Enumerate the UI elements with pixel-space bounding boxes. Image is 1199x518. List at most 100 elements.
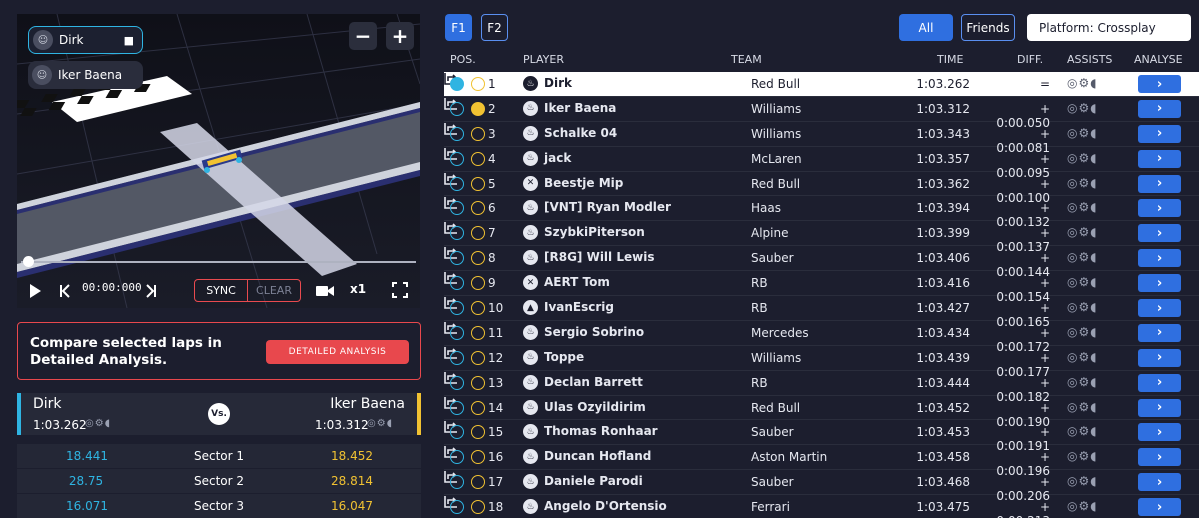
table-row[interactable]: 15 ♨ Thomas Ronhaar Sauber 1:03.453 + 0:00.19…	[444, 420, 1199, 453]
table-row[interactable]: 6 ♨ [VNT] Ryan Modler Haas 1:03.394 + 0:00.13…	[444, 196, 1199, 229]
position: 2	[488, 101, 496, 116]
zoom-in-button[interactable]: +	[386, 22, 414, 50]
timeline-scrubber[interactable]	[21, 256, 416, 267]
timeline-track[interactable]	[21, 261, 416, 263]
select-lap-a-radio[interactable]	[450, 375, 464, 390]
filter-all-button[interactable]: All	[899, 14, 953, 41]
zoom-out-button[interactable]: −	[349, 22, 377, 50]
select-lap-b-radio[interactable]	[471, 276, 485, 291]
analyse-button[interactable]: ›	[1138, 224, 1181, 243]
driver-tag-b[interactable]: ☺ Iker Baena	[28, 61, 143, 89]
table-row[interactable]: 12 ♨ Toppe Williams 1:03.439 + 0:00.177 ◎⚙◖ ›	[444, 346, 1199, 379]
analyse-button[interactable]: ›	[1138, 124, 1181, 143]
analyse-button[interactable]: ›	[1138, 99, 1181, 118]
select-lap-a-radio[interactable]	[450, 226, 464, 241]
select-lap-a-radio[interactable]	[450, 201, 464, 216]
select-lap-b-radio[interactable]	[471, 126, 485, 141]
select-lap-b-radio[interactable]	[471, 151, 485, 166]
select-lap-b-radio[interactable]	[471, 101, 485, 116]
camera-icon[interactable]: ■	[124, 34, 134, 47]
table-row[interactable]: 4 ♨ jack McLaren 1:03.357 + 0:00.095 ◎⚙◖ ›	[444, 147, 1199, 180]
select-lap-b-radio[interactable]	[471, 176, 485, 191]
table-row[interactable]: 14 ♨ Ulas Ozyildirim Red Bull 1:03.452 + 0:00…	[444, 396, 1199, 429]
select-lap-b-radio[interactable]	[471, 77, 485, 91]
filter-friends-button[interactable]: Friends	[961, 14, 1015, 41]
table-row[interactable]: 5 ✕ Beestje Mip Red Bull 1:03.362 + 0:00.100 ◎…	[444, 172, 1199, 205]
analyse-button[interactable]: ›	[1138, 473, 1181, 492]
replay-viewer[interactable]: ☺ Dirk ■ ☺ Iker Baena − +	[17, 14, 420, 308]
platform-select[interactable]: Platform: Crossplay	[1027, 14, 1191, 41]
team-name: RB	[751, 301, 768, 316]
table-row[interactable]: 13 ♨ Declan Barrett RB 1:03.444 + 0:00.182 ◎⚙◖…	[444, 371, 1199, 404]
table-row[interactable]: 1 ♨ Dirk Red Bull 1:03.262 = ◎⚙◖ ›	[444, 72, 1199, 97]
table-row[interactable]: 11 ♨ Sergio Sobrino Mercedes 1:03.434 + 0:00.…	[444, 321, 1199, 354]
select-lap-a-radio[interactable]	[450, 276, 464, 291]
select-lap-a-radio[interactable]	[450, 450, 464, 465]
sync-button[interactable]: SYNC	[195, 280, 248, 301]
detailed-analysis-button[interactable]: DETAILED ANALYSIS	[266, 340, 409, 364]
select-lap-b-radio[interactable]	[471, 425, 485, 440]
analyse-button[interactable]: ›	[1138, 423, 1181, 442]
select-lap-a-radio[interactable]	[450, 425, 464, 440]
analyse-button[interactable]: ›	[1138, 299, 1181, 318]
tab-f1[interactable]: F1	[445, 14, 472, 41]
next-frame-icon[interactable]	[144, 282, 158, 300]
analyse-button[interactable]: ›	[1138, 249, 1181, 268]
analyse-button[interactable]: ›	[1138, 348, 1181, 367]
select-lap-a-radio[interactable]	[450, 500, 464, 515]
table-row[interactable]: 8 ♨ [R8G] Will Lewis Sauber 1:03.406 + 0:00.1…	[444, 246, 1199, 279]
analyse-button[interactable]: ›	[1138, 199, 1181, 218]
analyse-button[interactable]: ›	[1138, 498, 1181, 517]
select-lap-a-radio[interactable]	[450, 101, 464, 116]
table-row[interactable]: 17 ♨ Daniele Parodi Sauber 1:03.468 + 0:00.20…	[444, 470, 1199, 503]
table-row[interactable]: 16 ♨ Duncan Hofland Aston Martin 1:03.458 + 0…	[444, 445, 1199, 478]
analyse-button[interactable]: ›	[1138, 448, 1181, 467]
timeline-knob[interactable]	[23, 256, 34, 267]
clear-button[interactable]: CLEAR	[248, 280, 300, 301]
select-lap-a-radio[interactable]	[450, 350, 464, 365]
table-row[interactable]: 2 ♨ Iker Baena Williams 1:03.312 + 0:00.050 ◎⚙…	[444, 97, 1199, 130]
fullscreen-icon[interactable]	[391, 281, 409, 299]
select-lap-a-radio[interactable]	[450, 475, 464, 490]
select-lap-a-radio[interactable]	[450, 77, 464, 91]
table-row[interactable]: 10 ▲ IvanEscrig RB 1:03.427 + 0:00.165 ◎⚙◖ ›	[444, 296, 1199, 329]
select-lap-b-radio[interactable]	[471, 251, 485, 266]
driver-tag-a[interactable]: ☺ Dirk ■	[28, 26, 143, 54]
player-name: Iker Baena	[544, 100, 617, 115]
table-row[interactable]: 3 ♨ Schalke 04 Williams 1:03.343 + 0:00.081 ◎⚙…	[444, 122, 1199, 155]
select-lap-a-radio[interactable]	[450, 151, 464, 166]
select-lap-b-radio[interactable]	[471, 500, 485, 515]
playback-speed-button[interactable]: x1	[350, 282, 366, 296]
header-time: TIME	[937, 53, 964, 66]
select-lap-b-radio[interactable]	[471, 375, 485, 390]
analyse-button[interactable]: ›	[1138, 323, 1181, 342]
select-lap-a-radio[interactable]	[450, 301, 464, 316]
table-row[interactable]: 7 ♨ SzybkiPiterson Alpine 1:03.399 + 0:00.137…	[444, 221, 1199, 254]
select-lap-b-radio[interactable]	[471, 201, 485, 216]
assists-icons: ◎⚙◖	[1067, 499, 1098, 514]
select-lap-b-radio[interactable]	[471, 450, 485, 465]
table-row[interactable]: 18 ♨ Angelo D'Ortensio Ferrari 1:03.475 + 0:0…	[444, 495, 1199, 518]
camera-view-icon[interactable]	[313, 279, 337, 303]
analyse-button[interactable]: ›	[1138, 274, 1181, 293]
select-lap-a-radio[interactable]	[450, 251, 464, 266]
select-lap-b-radio[interactable]	[471, 226, 485, 241]
select-lap-a-radio[interactable]	[450, 126, 464, 141]
select-lap-a-radio[interactable]	[450, 400, 464, 415]
select-lap-b-radio[interactable]	[471, 400, 485, 415]
previous-frame-icon[interactable]	[58, 282, 72, 300]
analyse-button[interactable]: ›	[1138, 174, 1181, 193]
table-row[interactable]: 9 ✕ AERT Tom RB 1:03.416 + 0:00.154 ◎⚙◖ ›	[444, 271, 1199, 304]
analyse-button[interactable]: ›	[1138, 149, 1181, 168]
select-lap-b-radio[interactable]	[471, 301, 485, 316]
select-lap-a-radio[interactable]	[450, 325, 464, 340]
select-lap-b-radio[interactable]	[471, 325, 485, 340]
select-lap-b-radio[interactable]	[471, 350, 485, 365]
select-lap-a-radio[interactable]	[450, 176, 464, 191]
play-icon[interactable]	[27, 282, 43, 300]
analyse-button[interactable]: ›	[1138, 373, 1181, 392]
tab-f2[interactable]: F2	[481, 14, 508, 41]
analyse-button[interactable]: ›	[1138, 75, 1181, 93]
select-lap-b-radio[interactable]	[471, 475, 485, 490]
analyse-button[interactable]: ›	[1138, 398, 1181, 417]
